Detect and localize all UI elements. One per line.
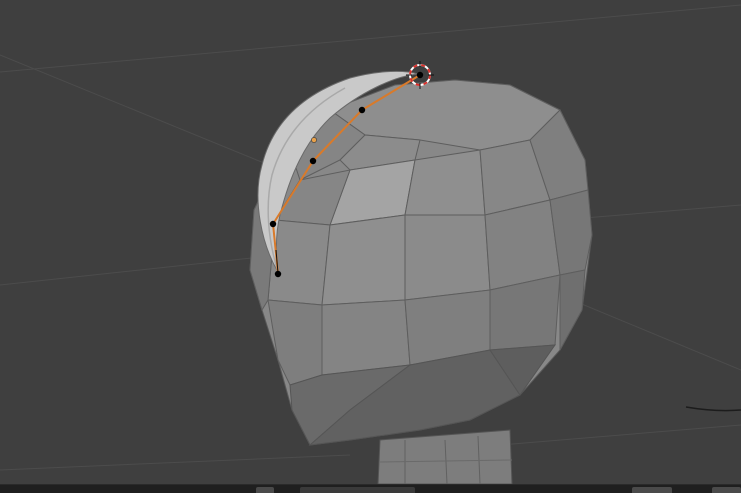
3d-viewport[interactable] <box>0 0 741 493</box>
footer-tab[interactable] <box>712 487 741 493</box>
control-point[interactable] <box>269 220 277 228</box>
viewport-scene[interactable] <box>0 0 741 492</box>
footer-tab[interactable] <box>256 487 274 493</box>
grid-line <box>559 294 741 371</box>
partial-object-edge <box>685 406 741 412</box>
grid-line <box>0 254 281 286</box>
control-point[interactable] <box>274 270 282 278</box>
footer-tab[interactable] <box>632 487 672 493</box>
neck-mesh <box>377 429 513 485</box>
handle-point[interactable] <box>311 137 317 143</box>
control-point[interactable] <box>358 106 366 114</box>
control-point[interactable] <box>416 71 424 79</box>
control-point[interactable] <box>309 157 317 165</box>
footer-tab[interactable] <box>300 487 415 493</box>
grid-line <box>0 454 351 471</box>
grid-line <box>0 4 741 73</box>
grid-line <box>499 424 741 446</box>
